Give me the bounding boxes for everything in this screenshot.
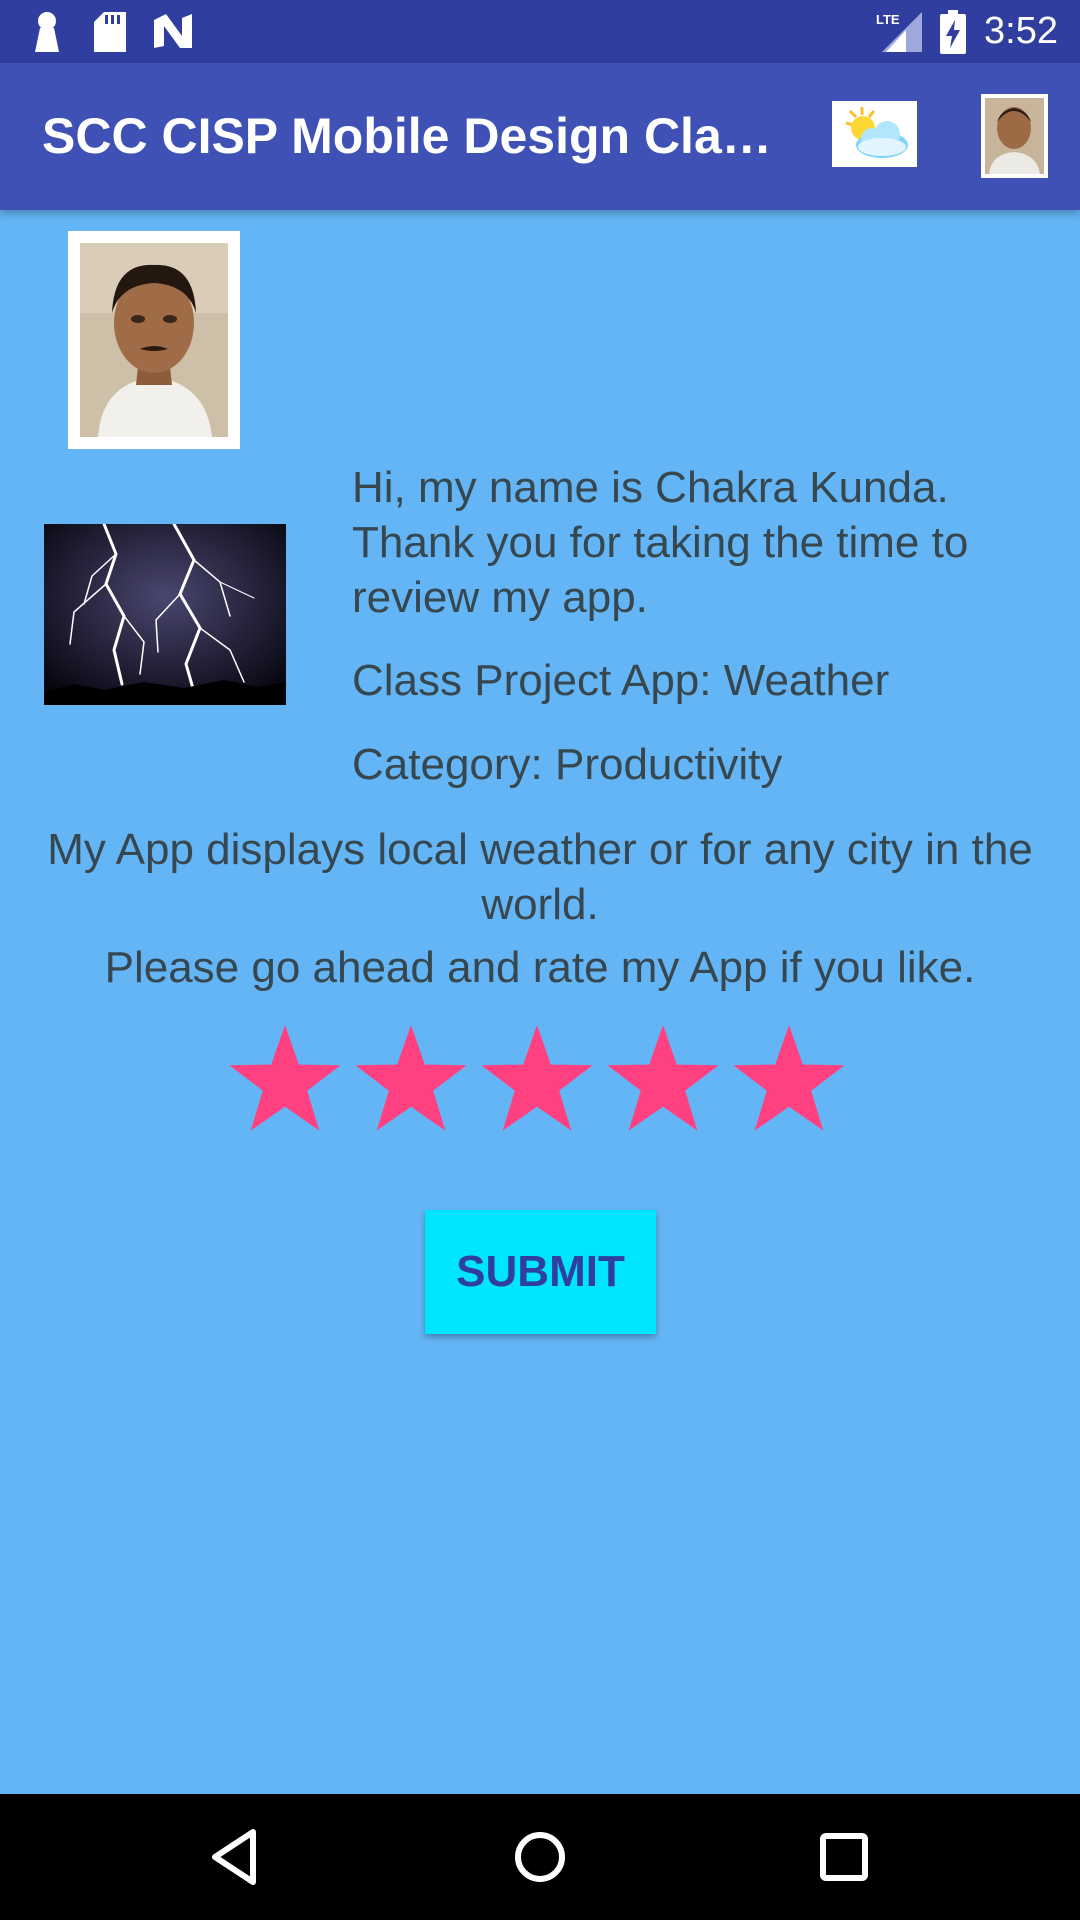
profile-photo-image: [80, 243, 228, 437]
home-icon[interactable]: [505, 1824, 575, 1890]
sd-card-icon: [94, 12, 126, 52]
status-bar: LTE 3:52: [0, 0, 1080, 63]
submit-button[interactable]: SUBMIT: [425, 1210, 656, 1334]
intro-text: Hi, my name is Chakra Kunda. Thank you f…: [352, 463, 969, 622]
star-icon[interactable]: [482, 1024, 592, 1134]
recents-icon[interactable]: [809, 1824, 879, 1890]
back-icon[interactable]: [201, 1824, 271, 1890]
app-bar: SCC CISP Mobile Design Class Project: [0, 63, 1080, 210]
battery-charging-icon: [940, 10, 966, 54]
star-icon[interactable]: [608, 1024, 718, 1134]
rating-bar[interactable]: [230, 1024, 850, 1134]
project-text: Class Project App: Weather: [352, 656, 890, 705]
category-text: Category: Productivity: [352, 740, 783, 789]
star-icon[interactable]: [230, 1024, 340, 1134]
weather-icon: [832, 101, 917, 167]
lightning-photo: [44, 524, 286, 705]
app-title: SCC CISP Mobile Design Class Project: [42, 108, 782, 164]
rate-prompt: Please go ahead and rate my App if you l…: [104, 943, 976, 992]
n-logo-icon: [154, 14, 192, 48]
profile-photo-icon: [981, 94, 1048, 178]
network-label: LTE: [876, 12, 900, 27]
star-icon[interactable]: [356, 1024, 466, 1134]
profile-photo: [68, 231, 240, 449]
profile-action-button[interactable]: [981, 94, 1048, 178]
weather-action-button[interactable]: [832, 101, 917, 167]
navigation-bar: [0, 1794, 1080, 1920]
description-text: My App displays local weather or for any…: [47, 825, 1033, 929]
star-icon[interactable]: [734, 1024, 844, 1134]
keyhole-icon: [35, 12, 59, 52]
lte-signal-icon: LTE: [876, 12, 922, 52]
clock: 3:52: [984, 10, 1058, 52]
lightning-image: [44, 524, 286, 705]
